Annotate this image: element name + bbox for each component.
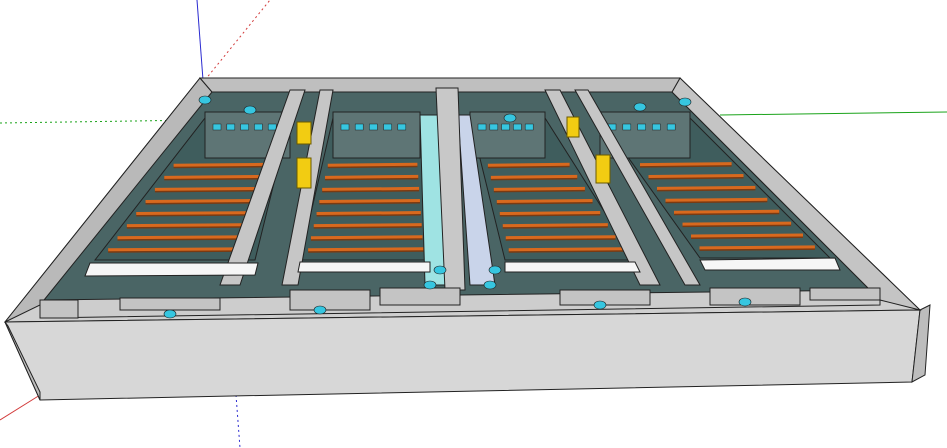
pipe-icon bbox=[164, 174, 270, 179]
pump-icon[interactable] bbox=[397, 123, 407, 131]
pipe-icon bbox=[136, 211, 261, 216]
pump-icon[interactable] bbox=[738, 297, 752, 307]
pump-icon[interactable] bbox=[622, 123, 632, 131]
compartment-7 bbox=[809, 287, 881, 301]
tank-3d-model[interactable] bbox=[0, 0, 947, 448]
yellow-pump-1[interactable] bbox=[296, 121, 312, 145]
white-channel-right-2 bbox=[699, 257, 841, 271]
pump-icon[interactable] bbox=[243, 105, 257, 115]
pump-icon[interactable] bbox=[267, 123, 277, 131]
axis-green bbox=[719, 111, 947, 116]
pipe-icon bbox=[145, 198, 264, 203]
pump-icon[interactable] bbox=[477, 123, 487, 131]
pipe-icon bbox=[490, 174, 578, 179]
pipe-icon bbox=[508, 247, 624, 252]
pump-icon[interactable] bbox=[226, 123, 236, 131]
pipe-icon bbox=[316, 211, 421, 216]
compartment-6 bbox=[709, 287, 801, 306]
pipe-icon bbox=[505, 235, 616, 240]
pipe-icon bbox=[117, 235, 255, 240]
pump-icon[interactable] bbox=[212, 123, 222, 131]
pump-icon[interactable] bbox=[503, 113, 517, 123]
white-channel-left bbox=[84, 262, 259, 277]
pipe-icon bbox=[310, 235, 423, 240]
pump-icon[interactable] bbox=[340, 123, 350, 131]
pipe-icon bbox=[699, 245, 815, 250]
pipe-icon bbox=[322, 186, 420, 191]
pipe-icon bbox=[487, 162, 570, 167]
pump-icon[interactable] bbox=[633, 102, 647, 112]
pump-icon[interactable] bbox=[198, 95, 212, 105]
pump-icon[interactable] bbox=[489, 123, 499, 131]
pipe-icon bbox=[493, 186, 585, 191]
compartment-4 bbox=[379, 287, 461, 306]
axis-red-back bbox=[204, 0, 271, 81]
pipe-icon bbox=[324, 174, 419, 179]
yellow-pump-2[interactable] bbox=[296, 157, 312, 189]
pump-icon[interactable] bbox=[524, 123, 534, 131]
pipe-icon bbox=[648, 174, 744, 178]
pipe-icon bbox=[673, 209, 780, 214]
axis-blue bbox=[196, 0, 204, 81]
pump-icon[interactable] bbox=[483, 280, 497, 290]
pump-icon[interactable] bbox=[354, 123, 364, 131]
pipe-icon bbox=[313, 223, 422, 228]
pipe-icon bbox=[108, 247, 252, 252]
pipe-icon bbox=[126, 223, 258, 228]
compartment-1 bbox=[39, 299, 79, 319]
pipe-icon bbox=[327, 162, 418, 167]
pump-icon[interactable] bbox=[423, 280, 437, 290]
pump-icon[interactable] bbox=[501, 123, 510, 131]
pump-icon[interactable] bbox=[163, 309, 177, 319]
pipe-icon bbox=[319, 198, 420, 203]
pipe-icon bbox=[502, 223, 608, 228]
pipe-icon bbox=[690, 233, 804, 238]
pipe-icon bbox=[173, 162, 273, 167]
pump-icon[interactable] bbox=[678, 97, 692, 107]
pipe-icon bbox=[682, 221, 792, 226]
white-channel-left-2 bbox=[297, 261, 431, 273]
pump-icon[interactable] bbox=[240, 123, 249, 131]
pipe-icon bbox=[496, 198, 593, 203]
pipe-icon bbox=[499, 211, 601, 216]
pump-icon[interactable] bbox=[488, 265, 502, 275]
pump-icon[interactable] bbox=[637, 123, 646, 131]
pump-icon[interactable] bbox=[433, 265, 447, 275]
pipe-icon bbox=[639, 162, 732, 167]
pump-icon[interactable] bbox=[313, 305, 327, 315]
yellow-pump-4[interactable] bbox=[595, 154, 611, 184]
yellow-pump-3[interactable] bbox=[566, 116, 580, 138]
white-channel-right bbox=[504, 261, 641, 273]
pump-icon[interactable] bbox=[513, 123, 522, 131]
pump-icon[interactable] bbox=[666, 123, 676, 131]
pump-icon[interactable] bbox=[593, 300, 607, 310]
front-wall bbox=[4, 309, 921, 401]
model-viewport[interactable] bbox=[0, 0, 947, 448]
pipe-icon bbox=[308, 247, 424, 252]
pump-icon[interactable] bbox=[383, 123, 392, 131]
compartment-3 bbox=[289, 289, 371, 311]
pipe-icon bbox=[656, 185, 756, 190]
pipe-icon bbox=[154, 186, 267, 191]
axis-blue-front bbox=[235, 394, 241, 448]
axis-red-front bbox=[0, 394, 41, 421]
pipe-icon bbox=[665, 197, 768, 202]
compartment-2 bbox=[119, 297, 221, 311]
basin-2-back bbox=[332, 111, 421, 159]
pump-icon[interactable] bbox=[254, 123, 263, 131]
pump-icon[interactable] bbox=[369, 123, 378, 131]
pump-icon[interactable] bbox=[652, 123, 661, 131]
